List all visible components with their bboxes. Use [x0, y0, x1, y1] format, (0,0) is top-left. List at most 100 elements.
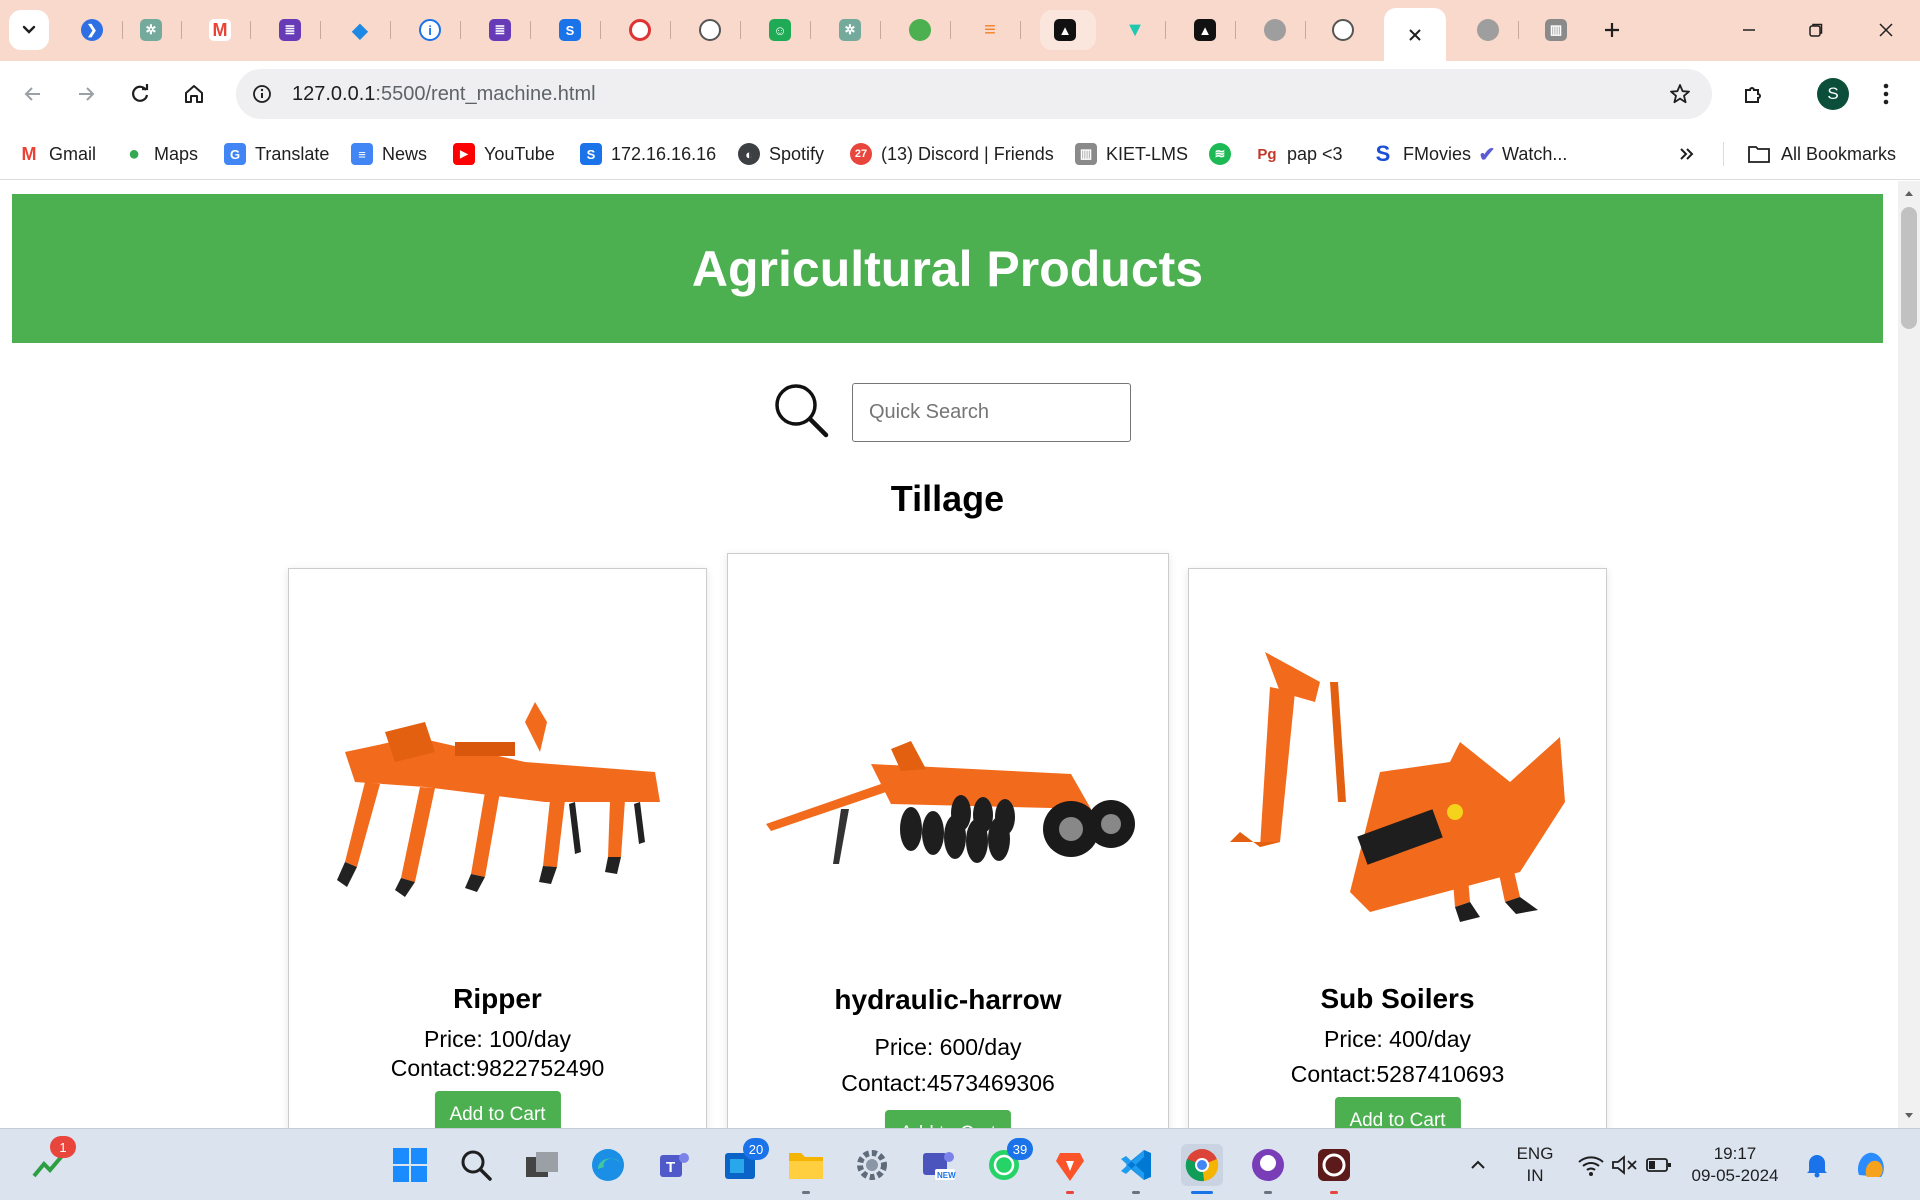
scroll-thumb[interactable]	[1901, 207, 1917, 329]
extensions-button[interactable]	[1734, 74, 1774, 114]
bookmark-maps[interactable]: ● Maps	[123, 139, 198, 169]
bookmark-star-button[interactable]	[1664, 78, 1696, 110]
all-bookmarks-button[interactable]: All Bookmarks	[1747, 139, 1896, 169]
notifications-button[interactable]	[1796, 1144, 1838, 1186]
product-name: Sub Soilers	[1320, 983, 1475, 1014]
show-hidden-icons-button[interactable]	[1458, 1144, 1498, 1186]
more-vertical-icon	[1883, 83, 1889, 105]
browser-tab[interactable]: ▲	[1040, 10, 1096, 50]
bookmark-kiet-lms[interactable]: ▥ KIET-LMS	[1075, 139, 1188, 169]
browser-tab[interactable]: ▲	[1180, 10, 1236, 50]
browser-tab[interactable]	[615, 10, 671, 50]
file-explorer-taskbar-icon[interactable]	[785, 1144, 827, 1194]
browser-tab[interactable]	[685, 10, 741, 50]
teams-taskbar-icon[interactable]: T	[653, 1144, 695, 1186]
browser-tab[interactable]: i	[405, 10, 461, 50]
bookmark-discord[interactable]: 27 (13) Discord | Friends	[850, 139, 1054, 169]
search-icon[interactable]	[772, 381, 830, 439]
bookmark-spotify-icon[interactable]: ≋	[1209, 139, 1240, 169]
browser-tab[interactable]: S	[545, 10, 601, 50]
new-tab-button[interactable]	[1596, 14, 1628, 46]
language-indicator[interactable]: ENG IN	[1510, 1143, 1560, 1187]
browser-tab[interactable]: ❯	[67, 10, 123, 50]
section-title-tillage: Tillage	[890, 478, 1005, 519]
browser-tab[interactable]: M	[195, 10, 251, 50]
site-info-icon[interactable]	[242, 74, 282, 114]
browser-tab[interactable]: ✲	[825, 10, 881, 50]
task-view-button[interactable]	[521, 1144, 563, 1186]
bell-icon	[1807, 1155, 1827, 1178]
browser-tab[interactable]: ▼	[1110, 10, 1166, 50]
add-to-cart-button[interactable]: Add to Cart	[434, 1091, 561, 1128]
stocks-widget-icon[interactable]: 1	[28, 1136, 76, 1186]
settings-taskbar-icon[interactable]	[851, 1144, 893, 1186]
add-to-cart-button[interactable]: Add to Cart	[1334, 1097, 1461, 1128]
arrow-right-icon	[79, 87, 95, 101]
ripper-machine-image	[337, 701, 660, 897]
browser-tab[interactable]	[895, 10, 951, 50]
double-chevron-right-icon	[1680, 148, 1694, 160]
whatsapp-taskbar-icon[interactable]: 39	[983, 1138, 1033, 1186]
bookmark-pap[interactable]: Pg pap <3	[1256, 139, 1342, 169]
s-logo-icon: S	[580, 143, 602, 165]
address-bar[interactable]: 127.0.0.1:5500/rent_machine.html	[236, 69, 1712, 119]
more-bookmarks-button[interactable]	[1678, 139, 1696, 169]
bookmark-translate[interactable]: G Translate	[224, 139, 329, 169]
brave-taskbar-icon[interactable]	[1049, 1144, 1091, 1194]
browser-tab[interactable]: ▥	[1531, 10, 1587, 50]
start-button[interactable]	[389, 1144, 431, 1186]
browser-tab[interactable]	[1318, 10, 1374, 50]
browser-tab[interactable]: ≣	[265, 10, 321, 50]
add-to-cart-button[interactable]: Add to Cart	[884, 1110, 1012, 1128]
teams-new-taskbar-icon[interactable]: NEW	[917, 1144, 959, 1186]
outlook-taskbar-icon[interactable]: 20	[719, 1138, 769, 1186]
scroll-up-arrow-icon[interactable]	[1903, 187, 1915, 199]
bookmark-spotify[interactable]: ◐ Spotify	[738, 139, 824, 169]
close-icon[interactable]	[1407, 27, 1423, 43]
tab-search-button[interactable]	[9, 10, 49, 50]
reload-button[interactable]	[120, 74, 160, 114]
forward-button[interactable]	[66, 74, 106, 114]
bookmark-watch[interactable]: ✔ Watch...	[1476, 139, 1568, 169]
edge-taskbar-icon[interactable]	[587, 1144, 629, 1186]
clock[interactable]: 19:17 09-05-2024	[1690, 1143, 1780, 1187]
chrome-taskbar-icon[interactable]	[1181, 1144, 1223, 1194]
product-card-ripper: Ripper Price: 100/day Contact:9822752490…	[288, 568, 707, 1128]
form-icon: ≣	[279, 19, 301, 41]
browser-tab[interactable]: ✲	[126, 10, 182, 50]
minimize-button[interactable]	[1729, 14, 1769, 46]
bookmark-fmovies[interactable]: S FMovies	[1372, 139, 1471, 169]
browser-tab[interactable]	[1250, 10, 1306, 50]
search-row	[0, 381, 1895, 442]
quick-settings-button[interactable]	[1570, 1144, 1680, 1186]
browser-menu-button[interactable]	[1866, 74, 1906, 114]
bookmark-gmail[interactable]: M Gmail	[18, 139, 97, 169]
github-desktop-taskbar-icon[interactable]	[1247, 1144, 1289, 1194]
recorder-taskbar-icon[interactable]	[1313, 1144, 1355, 1194]
svg-text:NEW: NEW	[937, 1171, 956, 1180]
vscode-taskbar-icon[interactable]	[1115, 1144, 1157, 1194]
bookmark-news[interactable]: ≡ News	[351, 139, 427, 169]
taskbar-search-button[interactable]	[455, 1144, 497, 1186]
url-text[interactable]: 127.0.0.1:5500/rent_machine.html	[292, 83, 596, 106]
quick-search-input[interactable]	[852, 383, 1131, 442]
bookmark-youtube[interactable]: ▶ YouTube	[453, 139, 555, 169]
product-name: Ripper	[453, 983, 542, 1014]
scroll-down-arrow-icon[interactable]	[1903, 1110, 1915, 1122]
page-viewport: Agricultural Products Tillage	[0, 181, 1920, 1128]
home-button[interactable]	[174, 74, 214, 114]
copilot-button[interactable]	[1850, 1144, 1892, 1186]
profile-avatar[interactable]: S	[1817, 78, 1849, 110]
close-window-button[interactable]	[1866, 14, 1906, 46]
back-button[interactable]	[13, 74, 53, 114]
browser-tab-active[interactable]	[1384, 8, 1446, 61]
page-scrollbar[interactable]	[1898, 181, 1920, 1128]
browser-tab[interactable]: ≣	[475, 10, 531, 50]
product-image-hydraulic-harrow	[728, 714, 1168, 894]
browser-tab[interactable]	[1463, 10, 1519, 50]
restore-button[interactable]	[1796, 14, 1836, 46]
browser-tab[interactable]: ☺	[755, 10, 811, 50]
bookmark-172-16-16-16[interactable]: S 172.16.16.16	[580, 139, 716, 169]
browser-tab[interactable]: ≡	[965, 10, 1021, 50]
browser-tab[interactable]: ◆	[335, 10, 391, 50]
